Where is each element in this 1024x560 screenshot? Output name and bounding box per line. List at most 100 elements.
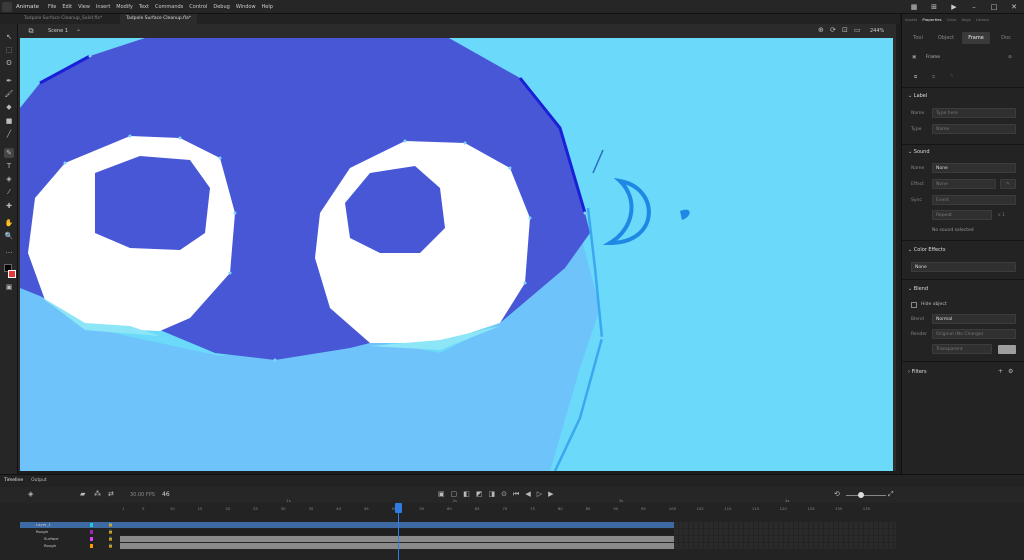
maximize-icon[interactable]: □: [990, 3, 998, 11]
layer-row[interactable]: Surface 🔒: [20, 536, 120, 542]
onion-skin-icon[interactable]: ◩: [476, 490, 483, 499]
layer-color-swatch[interactable]: [90, 523, 93, 527]
layer-depth-icon[interactable]: ⁂: [94, 490, 101, 498]
fit-frames-icon[interactable]: ⟲: [834, 490, 840, 498]
edit-scene-icon[interactable]: ⧉: [26, 26, 36, 36]
lock-icon[interactable]: 🔒: [108, 536, 113, 542]
minimize-icon[interactable]: –: [970, 3, 978, 11]
close-icon[interactable]: ✕: [1010, 3, 1018, 11]
menu-modify[interactable]: Modify: [116, 4, 133, 10]
line-tool-icon[interactable]: ╱: [4, 129, 14, 139]
frame-action-icon[interactable]: ⧉: [914, 74, 917, 80]
tab-assets[interactable]: Assets: [905, 17, 917, 22]
test-movie-icon[interactable]: ▶: [950, 3, 958, 11]
empty-frames[interactable]: [674, 536, 896, 542]
zoom-frames-icon[interactable]: ⤢: [888, 490, 894, 499]
layer-color-swatch[interactable]: [90, 537, 93, 541]
zoom-tool-icon[interactable]: 🔍: [4, 231, 14, 241]
menu-control[interactable]: Control: [189, 4, 207, 10]
step-forward-icon[interactable]: ▷: [537, 490, 542, 499]
lock-icon[interactable]: 🔒: [108, 543, 113, 549]
menu-view[interactable]: View: [78, 4, 90, 10]
insert-frame-icon[interactable]: ◧: [463, 490, 470, 499]
camera-icon[interactable]: ▰: [80, 490, 85, 498]
menu-commands[interactable]: Commands: [155, 4, 183, 10]
current-frame-display[interactable]: 46: [162, 491, 170, 498]
layer-row[interactable]: Rough 🔒: [20, 543, 120, 549]
selection-tool-icon[interactable]: ↖: [4, 32, 14, 42]
tab-color[interactable]: Color: [947, 17, 957, 22]
tadpole-canvas[interactable]: [20, 38, 893, 471]
filter-settings-icon[interactable]: ⚙: [1008, 368, 1013, 375]
swap-colors-icon[interactable]: ▣: [4, 282, 14, 292]
tab-output[interactable]: Output: [31, 478, 47, 483]
hand-tool-icon[interactable]: ✋: [4, 218, 14, 228]
lock-icon[interactable]: 🔒: [108, 522, 113, 528]
empty-frames[interactable]: [674, 529, 896, 535]
label-name-input[interactable]: Type here: [932, 108, 1016, 118]
doc-tab-solid[interactable]: Tadpole Surface Cleanup_Solid.fla*: [18, 14, 108, 24]
scene-selector[interactable]: Scene 1: [48, 28, 68, 34]
insert-keyframe-icon[interactable]: ▣: [438, 490, 445, 499]
color-effects-header[interactable]: ⌄ Color Effects: [908, 247, 945, 253]
menu-debug[interactable]: Debug: [213, 4, 229, 10]
frame-ruler[interactable]: 1 5 10 15 20 25 30 35 40 45 50 55 60 65 70 75 80 85 90 95 10…: [120, 498, 896, 514]
empty-frames[interactable]: [674, 522, 896, 528]
menu-help[interactable]: Help: [262, 4, 273, 10]
fps-display[interactable]: 30.00 FPS: [130, 492, 155, 498]
pen-tool-icon[interactable]: ✒: [4, 76, 14, 86]
rotate-stage-icon[interactable]: ⟳: [830, 26, 836, 34]
paint-bucket-icon[interactable]: ◈: [4, 174, 14, 184]
center-stage-icon[interactable]: ⊡: [842, 26, 848, 34]
frame-zoom-thumb[interactable]: [858, 492, 864, 498]
layers-icon[interactable]: ◈: [28, 490, 33, 498]
snap-icon[interactable]: ⊕: [818, 26, 824, 34]
step-back-icon[interactable]: ◀: [525, 490, 530, 499]
tab-align[interactable]: Align: [961, 17, 971, 22]
workspace-icon[interactable]: ⊞: [930, 3, 938, 11]
bone-tool-icon[interactable]: ✚: [4, 201, 14, 211]
stage-area[interactable]: [18, 38, 896, 471]
menu-insert[interactable]: Insert: [96, 4, 110, 10]
loop-icon[interactable]: ⊙: [501, 490, 507, 499]
tab-library[interactable]: Library: [976, 17, 989, 22]
playhead[interactable]: [395, 503, 403, 560]
subtab-tool[interactable]: Tool: [906, 32, 930, 44]
label-section-header[interactable]: ⌄ Label: [908, 93, 927, 99]
transform-tool-icon[interactable]: ⬚: [4, 45, 14, 55]
layer-row[interactable]: Layer_1 🔒: [20, 522, 120, 528]
sound-section-header[interactable]: ⌄ Sound: [908, 149, 930, 155]
color-effect-select[interactable]: None: [911, 262, 1016, 272]
clip-stage-icon[interactable]: ▭: [854, 26, 861, 34]
frame-zoom-slider[interactable]: [846, 495, 886, 496]
subtab-object[interactable]: Object: [934, 32, 958, 44]
layer-color-swatch[interactable]: [90, 544, 93, 548]
eraser-tool-icon[interactable]: ◆: [4, 102, 14, 112]
add-filter-icon[interactable]: +: [998, 368, 1003, 375]
doc-tab-cleanup[interactable]: Tadpole Surface Cleanup.fla*: [120, 14, 198, 24]
layer-row[interactable]: Rough 🔒: [20, 529, 120, 535]
tab-timeline[interactable]: Timeline: [4, 478, 23, 483]
left-eye-pupil[interactable]: [95, 156, 210, 250]
blend-section-header[interactable]: ⌄ Blend: [908, 286, 928, 292]
first-frame-icon[interactable]: ⏮: [513, 490, 519, 499]
filters-section-header[interactable]: › Filters: [908, 369, 927, 375]
empty-frames[interactable]: [674, 543, 896, 549]
zoom-level[interactable]: 244%: [870, 28, 884, 34]
tab-properties[interactable]: Properties: [922, 17, 941, 22]
menu-text[interactable]: Text: [139, 4, 149, 10]
more-tools-icon[interactable]: …: [4, 246, 14, 256]
text-tool-icon[interactable]: T: [4, 161, 14, 171]
play-icon[interactable]: ▶: [548, 490, 553, 499]
eyedropper-icon[interactable]: ⁄: [4, 187, 14, 197]
sound-name-select[interactable]: None: [932, 163, 1016, 173]
parent-view-icon[interactable]: ⇄: [108, 490, 114, 498]
lasso-tool-icon[interactable]: ʘ: [4, 58, 14, 68]
layer-color-swatch[interactable]: [90, 530, 93, 534]
layout-icon[interactable]: ▦: [910, 3, 918, 11]
brush-tool-icon[interactable]: 🖌: [4, 89, 14, 99]
menu-file[interactable]: File: [48, 4, 56, 10]
help-icon[interactable]: ⊘: [1008, 55, 1012, 60]
subtab-doc[interactable]: Doc: [994, 32, 1018, 44]
hide-object-checkbox[interactable]: [911, 302, 917, 308]
